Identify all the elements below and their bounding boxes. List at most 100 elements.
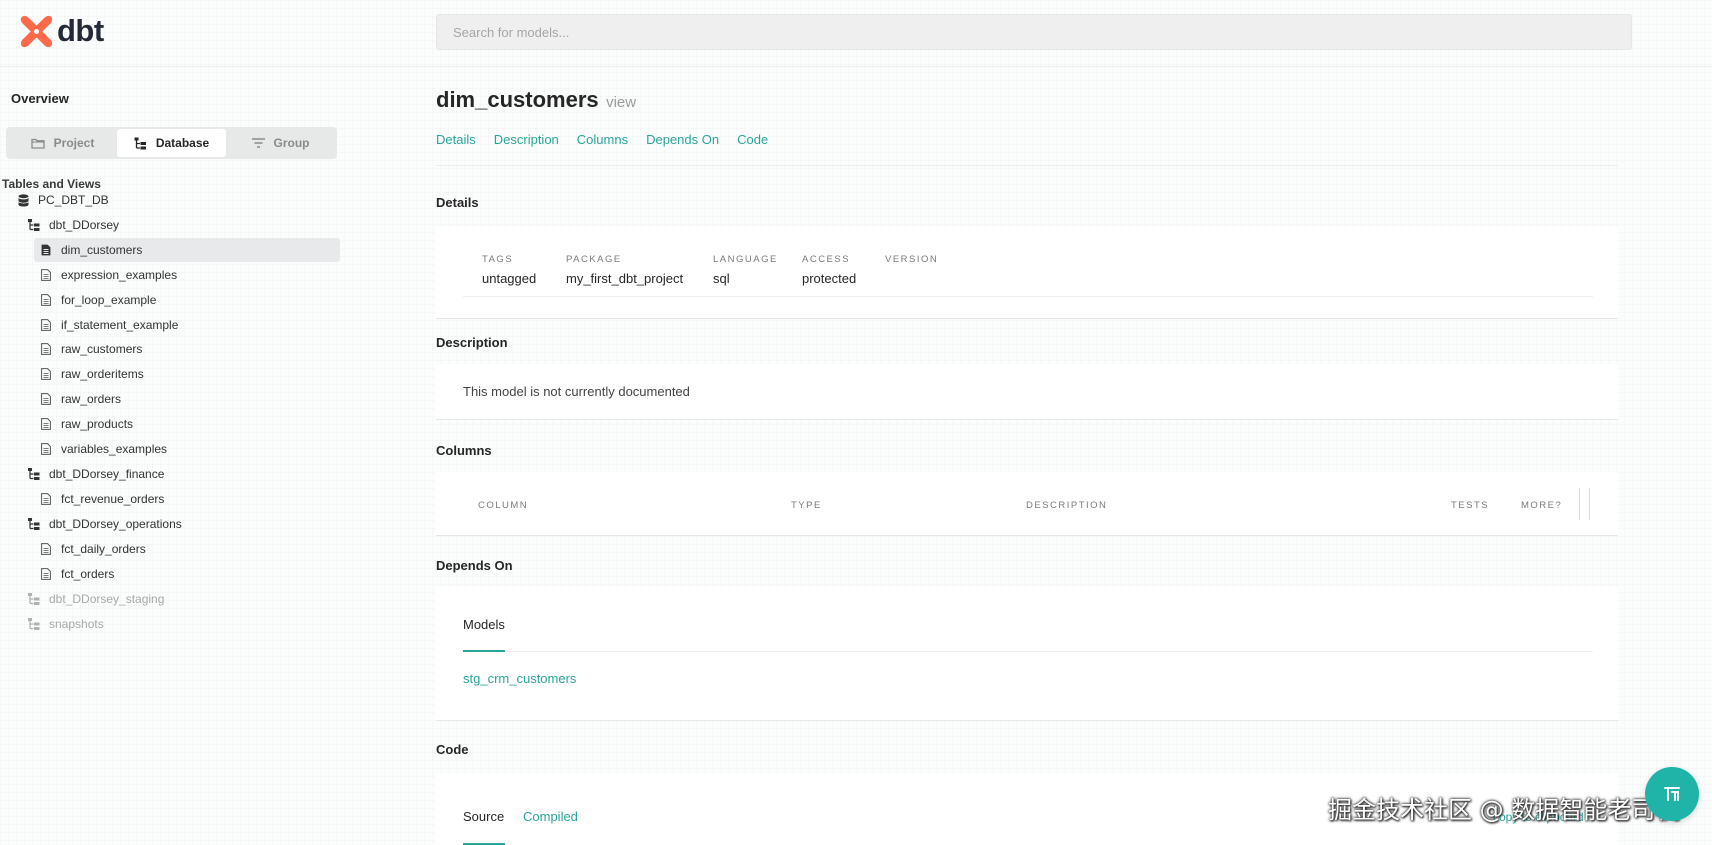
- tree-item-schema[interactable]: dbt_DDorsey: [28, 213, 318, 237]
- column-header: MORE?: [1521, 500, 1563, 511]
- detail-value: sql: [713, 271, 730, 286]
- overview-link[interactable]: Overview: [11, 91, 69, 106]
- tree-item-label: PC_DBT_DB: [38, 193, 109, 207]
- tree-item-label: if_statement_example: [61, 318, 179, 332]
- description-card: This model is not currently documented: [436, 364, 1618, 420]
- document-icon: [40, 393, 52, 405]
- switcher-project-button[interactable]: Project: [8, 129, 117, 157]
- detail-key: LANGUAGE: [713, 254, 778, 265]
- switcher-database-button[interactable]: Database: [117, 129, 226, 157]
- tree-item-model[interactable]: if_statement_example: [40, 313, 330, 337]
- document-icon: [40, 568, 52, 580]
- tree-item-label: expression_examples: [61, 268, 178, 282]
- database-icon: [17, 193, 29, 207]
- tree-item-model[interactable]: fct_revenue_orders: [40, 487, 330, 511]
- tree-item-label: fct_daily_orders: [61, 542, 146, 556]
- column-divider: [1579, 488, 1580, 520]
- tree-item-label: dim_customers: [61, 243, 143, 257]
- divider: [436, 165, 1618, 166]
- dependency-link[interactable]: stg_crm_customers: [463, 671, 576, 686]
- tree-item-label: for_loop_example: [61, 293, 157, 307]
- document-icon: [40, 269, 52, 281]
- tree-item-label: raw_orders: [61, 392, 122, 406]
- tree-item-label: dbt_DDorsey: [49, 218, 120, 232]
- tree-item-label: raw_products: [61, 417, 134, 431]
- tree-item-schema[interactable]: dbt_DDorsey_operations: [28, 512, 318, 536]
- search-input[interactable]: [436, 14, 1632, 50]
- description-text: This model is not currently documented: [463, 384, 690, 399]
- tab-source[interactable]: Source: [463, 809, 504, 824]
- tree-item-model[interactable]: for_loop_example: [40, 288, 330, 312]
- tree-item-model[interactable]: fct_orders: [40, 562, 330, 586]
- columns-title: Columns: [436, 443, 492, 458]
- detail-key: TAGS: [482, 254, 514, 265]
- switcher-database-label: Database: [155, 136, 210, 150]
- tree-item-schema-muted[interactable]: snapshots: [28, 612, 318, 636]
- details-card: TAGS untagged PACKAGE my_first_dbt_proje…: [436, 227, 1618, 319]
- tree-item-label: fct_orders: [61, 567, 115, 581]
- tree-item-model[interactable]: expression_examples: [40, 263, 330, 287]
- tree-item-schema[interactable]: dbt_DDorsey_finance: [28, 462, 318, 486]
- tab-columns[interactable]: Columns: [577, 132, 628, 147]
- detail-field: LANGUAGE sql: [713, 254, 778, 286]
- detail-field: ACCESS protected: [802, 254, 856, 286]
- schema-tree-icon: [28, 219, 40, 231]
- document-icon: [40, 418, 52, 430]
- tree-item-model[interactable]: raw_orderitems: [40, 362, 330, 386]
- document-icon: [40, 368, 52, 380]
- detail-field: PACKAGE my_first_dbt_project: [566, 254, 683, 286]
- details-title: Details: [436, 195, 479, 210]
- sidebar: Overview Project Database Group Tables a…: [0, 67, 345, 845]
- tab-depends-on[interactable]: Depends On: [646, 132, 719, 147]
- watermark-text: 掘金技术社区 @ 数据智能老司机: [1328, 796, 1680, 824]
- tree-item-schema-muted[interactable]: dbt_DDorsey_staging: [28, 587, 318, 611]
- tree-item-model[interactable]: fct_daily_orders: [40, 537, 330, 561]
- detail-value: my_first_dbt_project: [566, 271, 684, 286]
- tree-item-model[interactable]: variables_examples: [40, 437, 330, 461]
- tree-item-label: dbt_DDorsey_finance: [49, 467, 165, 481]
- detail-field: TAGS untagged: [482, 254, 536, 286]
- tree-item-label: dbt_DDorsey_operations: [49, 517, 182, 531]
- switcher-group-button[interactable]: Group: [226, 129, 335, 157]
- tree-item-model-selected[interactable]: dim_customers: [34, 238, 340, 262]
- detail-key: PACKAGE: [566, 254, 622, 265]
- depends-on-title: Depends On: [436, 558, 513, 573]
- divider: [505, 651, 1593, 652]
- schema-tree-icon: [28, 618, 40, 630]
- document-icon: [40, 493, 52, 505]
- column-divider: [1589, 488, 1590, 520]
- dbt-logo[interactable]: dbt: [19, 14, 104, 49]
- detail-key: VERSION: [885, 254, 939, 265]
- tab-description[interactable]: Description: [494, 132, 559, 147]
- depends-on-card: Models stg_crm_customers: [436, 587, 1618, 721]
- divider: [463, 296, 1593, 297]
- document-icon: [40, 543, 52, 555]
- detail-value: protected: [802, 271, 857, 286]
- tab-code[interactable]: Code: [737, 132, 768, 147]
- tree-item-model[interactable]: raw_customers: [40, 337, 330, 361]
- schema-tree-icon: [28, 593, 40, 605]
- tree-item-label: raw_customers: [61, 342, 143, 356]
- model-kind: view: [606, 94, 637, 111]
- tree-item-label: fct_revenue_orders: [61, 492, 165, 506]
- model-name: dim_customers: [436, 87, 599, 112]
- document-icon: [40, 244, 52, 256]
- tab-compiled[interactable]: Compiled: [523, 809, 578, 824]
- tree-item-database[interactable]: PC_DBT_DB: [17, 188, 317, 212]
- top-bar: dbt: [0, 0, 1712, 67]
- document-icon: [40, 319, 52, 331]
- help-icon: [1661, 783, 1683, 805]
- tree-item-model[interactable]: raw_products: [40, 412, 330, 436]
- help-fab-button[interactable]: [1645, 767, 1699, 821]
- switcher-project-label: Project: [53, 136, 95, 150]
- section-tabs: Details Description Columns Depends On C…: [436, 132, 768, 147]
- tree-item-model[interactable]: raw_orders: [40, 387, 330, 411]
- tab-details[interactable]: Details: [436, 132, 476, 147]
- switcher-group-label: Group: [273, 136, 310, 150]
- document-icon: [40, 294, 52, 306]
- column-header: TESTS: [1451, 500, 1490, 511]
- column-header: COLUMN: [478, 500, 529, 511]
- logo-text: dbt: [57, 13, 104, 48]
- tab-models[interactable]: Models: [463, 617, 505, 632]
- dbt-logo-icon: [20, 15, 53, 48]
